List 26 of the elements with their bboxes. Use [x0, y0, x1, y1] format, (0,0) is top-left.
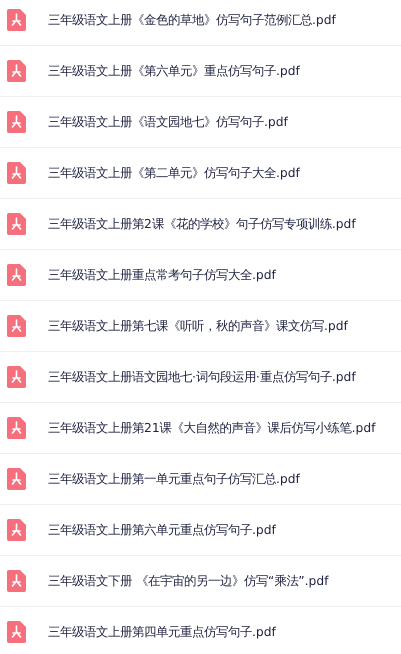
file-name[interactable]: 三年级语文上册语文园地七·词句段运用·重点仿写句子.pdf [48, 368, 356, 386]
pdf-file-icon [7, 9, 26, 31]
file-name[interactable]: 三年级语文上册《第六单元》重点仿写句子.pdf [48, 62, 300, 80]
pdf-file-icon [7, 60, 26, 82]
pdf-file-icon [7, 366, 26, 388]
pdf-file-icon [7, 570, 26, 592]
file-name[interactable]: 三年级语文上册重点常考句子仿写大全.pdf [48, 266, 276, 284]
file-name[interactable]: 三年级语文上册第四单元重点仿写句子.pdf [48, 624, 276, 640]
file-name[interactable]: 三年级语文上册《金色的草地》仿写句子范例汇总.pdf [48, 12, 336, 28]
pdf-file-icon [7, 468, 26, 490]
file-name[interactable]: 三年级语文上册第一单元重点句子仿写汇总.pdf [48, 470, 300, 488]
file-name[interactable]: 三年级语文上册第六单元重点仿写句子.pdf [48, 522, 276, 538]
file-name[interactable]: 三年级语文上册第2课《花的学校》句子仿写专项训练.pdf [48, 216, 356, 232]
pdf-file-icon [7, 213, 26, 235]
file-name[interactable]: 三年级语文上册《第二单元》仿写句子大全.pdf [48, 164, 300, 182]
file-name[interactable]: 三年级语文下册 《在宇宙的另一边》仿写“乘法”.pdf [48, 572, 328, 590]
pdf-file-icon [7, 315, 26, 337]
file-name[interactable]: 三年级语文上册《语文园地七》仿写句子.pdf [48, 114, 288, 130]
file-name[interactable]: 三年级语文上册第21课《大自然的声音》课后仿写小练笔.pdf [48, 420, 376, 436]
pdf-file-icon [7, 519, 26, 541]
pdf-file-icon [7, 621, 26, 643]
pdf-file-icon [7, 111, 26, 133]
file-name[interactable]: 三年级语文上册第七课《听听，秋的声音》课文仿写.pdf [48, 318, 348, 334]
pdf-file-icon [7, 264, 26, 286]
pdf-file-icon [7, 162, 26, 184]
pdf-file-icon [7, 417, 26, 439]
